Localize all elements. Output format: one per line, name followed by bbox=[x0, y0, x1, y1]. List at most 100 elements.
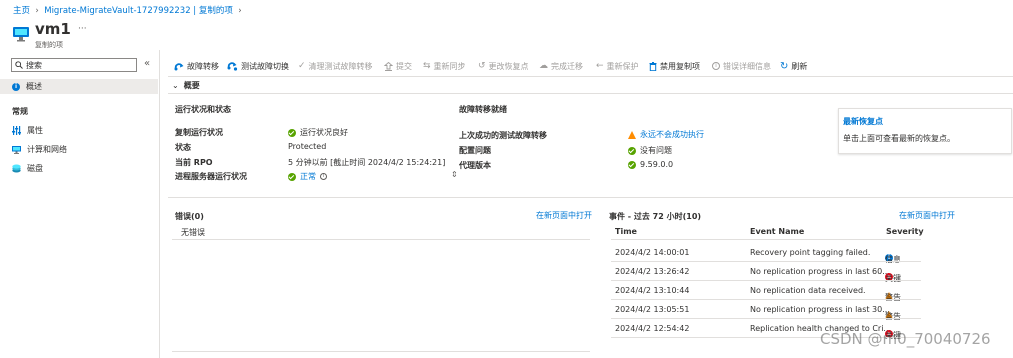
process-server-health-value[interactable]: 正常 i bbox=[288, 171, 327, 182]
change-recovery-point-button[interactable]: ↺ 更改恢复点 bbox=[478, 60, 529, 72]
search-input[interactable]: 搜索 bbox=[11, 58, 137, 72]
sort-icon: ⇕ bbox=[451, 170, 458, 179]
sidebar-section-general: 常规 bbox=[12, 107, 28, 116]
disk-icon bbox=[12, 164, 21, 173]
config-issues-value: 没有问题 bbox=[628, 145, 672, 156]
essentials-title: 概要 bbox=[183, 81, 200, 90]
more-options-button[interactable]: ··· bbox=[78, 24, 87, 34]
sidebar-item-disks[interactable]: 磁盘 bbox=[12, 163, 43, 174]
events-open-new-page-link[interactable]: 在新页面中打开 bbox=[899, 210, 955, 221]
sidebar-item-label: 磁盘 bbox=[27, 164, 43, 173]
vm-icon bbox=[12, 25, 30, 43]
arrow-left-icon: ← bbox=[596, 61, 604, 71]
sidebar-item-label: 计算和网络 bbox=[27, 145, 67, 154]
failover-label: 故障转移 bbox=[187, 61, 219, 71]
health-label: 当前 RPO bbox=[175, 158, 213, 167]
page-subtitle: 复制的项 bbox=[35, 41, 63, 49]
event-time: 2024/4/2 13:10:44 bbox=[615, 286, 690, 295]
breadcrumb-vault[interactable]: Migrate-MigrateVault-1727992232 | 复制的项 bbox=[44, 6, 233, 16]
cloud-icon: ☁ bbox=[539, 61, 548, 71]
failover-label: 配置问题 bbox=[459, 146, 491, 155]
failover-label: 上次成功的测试故障转移 bbox=[459, 131, 547, 140]
health-label: 进程服务器运行状况 bbox=[175, 172, 247, 181]
errors-title: 错误(0) bbox=[175, 212, 204, 221]
trash-icon bbox=[649, 61, 657, 71]
column-header-event-name[interactable]: Event Name bbox=[750, 227, 804, 236]
info-icon: i bbox=[12, 82, 20, 91]
health-label: 状态 bbox=[175, 143, 191, 152]
breadcrumb-separator: › bbox=[235, 6, 242, 16]
chevron-down-icon: ⌄ bbox=[172, 81, 179, 90]
agent-version-value: 9.59.0.0 bbox=[628, 160, 673, 169]
info-outline-icon[interactable]: i bbox=[320, 173, 327, 180]
value-text[interactable]: 永远不会成功执行 bbox=[640, 129, 704, 140]
commit-button[interactable]: 提交 bbox=[384, 60, 412, 72]
health-label: 复制运行状况 bbox=[175, 128, 223, 137]
table-row[interactable]: 2024/4/2 13:05:51 No replication progres… bbox=[611, 299, 921, 321]
test-failover-label: 测试故障切换 bbox=[241, 61, 289, 71]
value-text[interactable]: 正常 bbox=[300, 171, 316, 182]
events-title: 事件 - 过去 72 小时(10) bbox=[609, 212, 702, 221]
disable-replication-button[interactable]: 禁用复制项 bbox=[649, 60, 700, 72]
column-header-severity[interactable]: Severity bbox=[886, 227, 924, 236]
reprotect-label: 重新保护 bbox=[606, 61, 639, 71]
value-text: Protected bbox=[288, 142, 327, 151]
event-time: 2024/4/2 12:54:42 bbox=[615, 324, 690, 333]
breadcrumb-separator: › bbox=[32, 6, 42, 16]
last-test-failover-value[interactable]: 永远不会成功执行 bbox=[628, 129, 704, 140]
page-title: vm1 bbox=[35, 20, 71, 38]
failover-label: 代理版本 bbox=[459, 161, 491, 170]
table-header-divider bbox=[611, 239, 921, 240]
health-title: 运行状况和状态 bbox=[175, 105, 231, 114]
breadcrumb-home[interactable]: 主页 bbox=[13, 6, 30, 16]
value-text: 9.59.0.0 bbox=[640, 160, 674, 169]
status-value: Protected bbox=[288, 142, 326, 151]
value-text: 运行状况良好 bbox=[300, 128, 348, 137]
errors-open-new-page-link[interactable]: 在新页面中打开 bbox=[536, 210, 592, 221]
event-name: Recovery point tagging failed. bbox=[750, 248, 871, 257]
complete-migration-label: 完成迁移 bbox=[551, 61, 583, 71]
column-header-time[interactable]: Time bbox=[615, 227, 637, 236]
sidebar-item-properties[interactable]: 属性 bbox=[12, 125, 43, 136]
sidebar-item-overview[interactable]: i 概述 bbox=[0, 79, 158, 94]
value-text: 5 分钟以前 [截止时间 2024/4/2 15:24:21] bbox=[288, 158, 446, 167]
refresh-icon: ↻ bbox=[780, 60, 789, 72]
search-icon bbox=[15, 61, 23, 69]
cleanup-test-failover-button[interactable]: ✓ 清理测试故障转移 bbox=[298, 60, 373, 72]
test-failover-button[interactable]: 测试故障切换 bbox=[227, 60, 289, 72]
latest-recovery-title: 最新恢复点 bbox=[843, 117, 883, 126]
footer-divider bbox=[172, 351, 590, 352]
resync-button[interactable]: ⇆ 重新同步 bbox=[423, 60, 466, 72]
complete-migration-button[interactable]: ☁ 完成迁移 bbox=[539, 60, 583, 72]
latest-recovery-card[interactable]: 最新恢复点 单击上面可查看最新的恢复点。 bbox=[838, 108, 1012, 154]
refresh-button[interactable]: ↻ 刷新 bbox=[780, 60, 807, 72]
resync-label: 重新同步 bbox=[433, 61, 466, 71]
collapse-sidebar-button[interactable]: « bbox=[144, 58, 150, 69]
success-icon bbox=[628, 160, 636, 169]
essentials-bottom-divider bbox=[168, 197, 1013, 198]
success-icon bbox=[628, 146, 636, 155]
errors-empty-text: 无错误 bbox=[181, 228, 205, 237]
watermark: CSDN @m0_70040726 bbox=[820, 330, 991, 348]
commit-icon bbox=[384, 61, 393, 71]
event-time: 2024/4/2 14:00:01 bbox=[615, 248, 690, 257]
failover-button[interactable]: 故障转移 bbox=[174, 60, 219, 72]
disable-replication-label: 禁用复制项 bbox=[660, 61, 700, 71]
error-details-label: 错误详细信息 bbox=[723, 61, 771, 71]
info-outline-icon: i bbox=[712, 62, 720, 70]
reprotect-button[interactable]: ← 重新保护 bbox=[596, 60, 639, 72]
table-row[interactable]: 2024/4/2 13:26:42 No replication progres… bbox=[611, 261, 921, 283]
event-name: No replication progress in last 60... bbox=[750, 267, 890, 276]
event-name: No replication progress in last 30... bbox=[750, 305, 890, 314]
failover-ready-title: 故障转移就绪 bbox=[459, 105, 507, 114]
error-details-button[interactable]: i 错误详细信息 bbox=[712, 60, 771, 72]
sidebar-item-compute-network[interactable]: 计算和网络 bbox=[12, 144, 67, 155]
history-icon: ↺ bbox=[478, 61, 486, 71]
table-row[interactable]: 2024/4/2 14:00:01 Recovery point tagging… bbox=[611, 242, 921, 264]
properties-icon bbox=[12, 126, 21, 135]
sidebar-item-label: 概述 bbox=[26, 82, 42, 91]
table-row[interactable]: 2024/4/2 13:10:44 No replication data re… bbox=[611, 280, 921, 302]
compute-network-icon bbox=[12, 146, 21, 154]
change-recovery-point-label: 更改恢复点 bbox=[488, 61, 529, 71]
essentials-toggle[interactable]: ⌄ 概要 bbox=[172, 80, 200, 91]
